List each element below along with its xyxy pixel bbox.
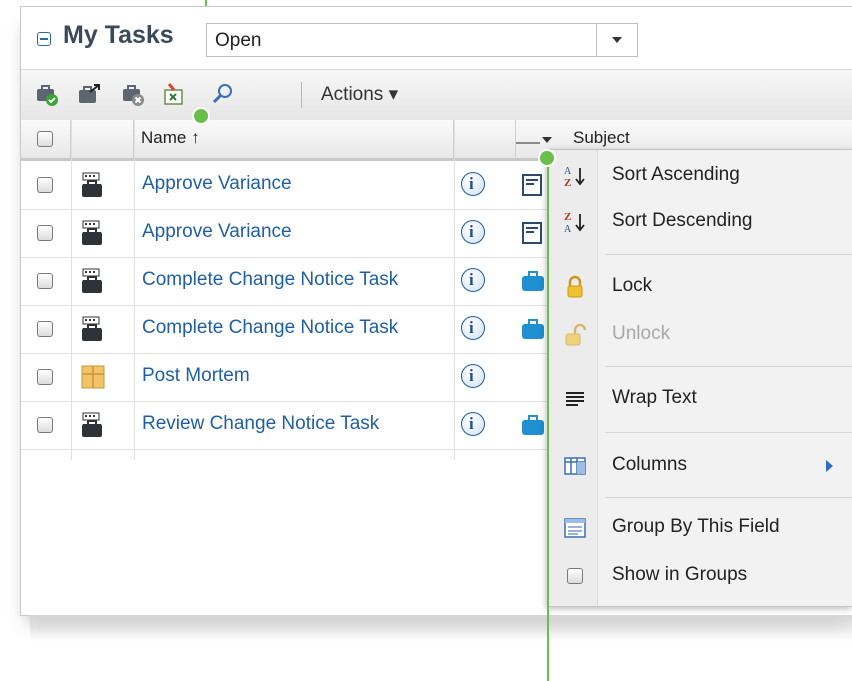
row-checkbox[interactable] xyxy=(37,225,53,241)
export-excel-icon[interactable] xyxy=(161,82,185,106)
collapse-icon[interactable] xyxy=(37,32,51,46)
task-name-link[interactable]: Approve Variance xyxy=(142,221,292,243)
row-checkbox[interactable] xyxy=(37,321,53,337)
panel-header: My Tasks Open xyxy=(21,7,852,62)
show-in-groups-checkbox[interactable] xyxy=(567,568,583,584)
row-checkbox[interactable] xyxy=(37,417,53,433)
svg-text:Z: Z xyxy=(564,177,571,188)
workflow-task-icon xyxy=(82,220,102,245)
form-icon xyxy=(522,174,542,196)
header-select-all-cell xyxy=(21,120,71,158)
task-name-link[interactable]: Complete Change Notice Task xyxy=(142,269,398,291)
columns-icon xyxy=(564,457,586,475)
workflow-task-icon xyxy=(82,172,102,197)
row-checkbox[interactable] xyxy=(37,177,53,193)
form-icon xyxy=(522,222,542,244)
menu-separator xyxy=(605,254,852,255)
menu-item-group-by-field[interactable]: Group By This Field xyxy=(549,508,852,548)
chevron-right-icon xyxy=(826,460,833,472)
chevron-down-icon xyxy=(542,137,552,143)
briefcase-icon xyxy=(522,319,544,339)
menu-item-lock[interactable]: Lock xyxy=(549,267,852,307)
wrap-text-icon xyxy=(566,392,584,406)
menu-item-show-in-groups[interactable]: Show in Groups xyxy=(549,556,852,596)
column-resize-handle xyxy=(516,142,540,144)
menu-separator xyxy=(605,366,852,367)
toolbar: Actions ▾ xyxy=(21,69,852,121)
menu-item-label: Sort Ascending xyxy=(612,164,740,185)
info-icon[interactable]: i xyxy=(461,268,485,292)
task-name-link[interactable]: Review Change Notice Task xyxy=(142,413,379,435)
menu-item-columns[interactable]: Columns xyxy=(549,446,852,486)
workflow-task-icon xyxy=(82,412,102,437)
menu-item-unlock: Unlock xyxy=(549,315,852,355)
header-info-cell xyxy=(454,120,516,158)
sort-descending-icon: Z A xyxy=(564,211,585,234)
column-context-menu: A Z Sort Ascending Z A Sort Descending L… xyxy=(548,149,852,607)
actions-menu-button[interactable]: Actions ▾ xyxy=(321,83,398,106)
workflow-task-icon xyxy=(82,268,102,293)
menu-item-label: Sort Descending xyxy=(612,210,753,231)
menu-item-label: Unlock xyxy=(612,323,671,344)
menu-item-label: Columns xyxy=(612,454,687,475)
row-checkbox[interactable] xyxy=(37,273,53,289)
svg-text:Z: Z xyxy=(564,211,571,223)
panel-title: My Tasks xyxy=(63,21,174,49)
menu-separator xyxy=(605,432,852,433)
callout-dot-column-menu xyxy=(538,149,556,167)
svg-text:A: A xyxy=(564,224,572,234)
menu-item-sort-descending[interactable]: Z A Sort Descending xyxy=(549,202,852,242)
task-name-link[interactable]: Approve Variance xyxy=(142,173,292,195)
info-icon[interactable]: i xyxy=(461,364,485,388)
column-menu-button[interactable] xyxy=(516,128,554,150)
send-task-icon[interactable] xyxy=(77,82,101,106)
menu-item-label: Group By This Field xyxy=(612,516,780,537)
panel-shadow xyxy=(30,615,852,641)
task-filter-select[interactable]: Open xyxy=(206,23,638,57)
chevron-down-icon[interactable] xyxy=(596,24,637,56)
menu-item-label: Show in Groups xyxy=(612,564,748,585)
project-task-icon xyxy=(81,365,105,389)
sort-ascending-icon: A Z xyxy=(564,166,585,188)
briefcase-icon xyxy=(522,415,544,435)
toolbar-separator xyxy=(301,82,302,108)
info-icon[interactable]: i xyxy=(461,412,485,436)
select-all-checkbox[interactable] xyxy=(37,131,53,147)
task-filter-value: Open xyxy=(215,30,262,51)
group-by-icon xyxy=(564,518,586,538)
menu-separator xyxy=(605,497,852,498)
menu-item-label: Lock xyxy=(612,275,653,296)
info-icon[interactable]: i xyxy=(461,220,485,244)
callout-dot-name-column xyxy=(192,107,210,125)
info-icon[interactable]: i xyxy=(461,316,485,340)
header-type-cell xyxy=(71,120,134,158)
task-name-link[interactable]: Post Mortem xyxy=(142,365,250,387)
callout-line-bottom xyxy=(547,160,549,681)
menu-item-wrap-text[interactable]: Wrap Text xyxy=(549,379,852,419)
unlock-icon xyxy=(565,323,587,346)
column-header-name[interactable]: Name ↑ xyxy=(141,128,200,148)
search-icon[interactable] xyxy=(211,82,235,106)
column-header-subject[interactable]: Subject xyxy=(573,128,630,148)
cancel-task-icon[interactable] xyxy=(121,82,145,106)
complete-task-icon[interactable] xyxy=(35,82,59,106)
lock-icon xyxy=(567,275,583,298)
menu-item-label: Wrap Text xyxy=(612,387,697,408)
task-name-link[interactable]: Complete Change Notice Task xyxy=(142,317,398,339)
workflow-task-icon xyxy=(82,316,102,341)
svg-text:A: A xyxy=(564,166,572,177)
info-icon[interactable]: i xyxy=(461,172,485,196)
row-checkbox[interactable] xyxy=(37,369,53,385)
briefcase-icon xyxy=(522,271,544,291)
menu-item-sort-ascending[interactable]: A Z Sort Ascending xyxy=(549,156,852,196)
